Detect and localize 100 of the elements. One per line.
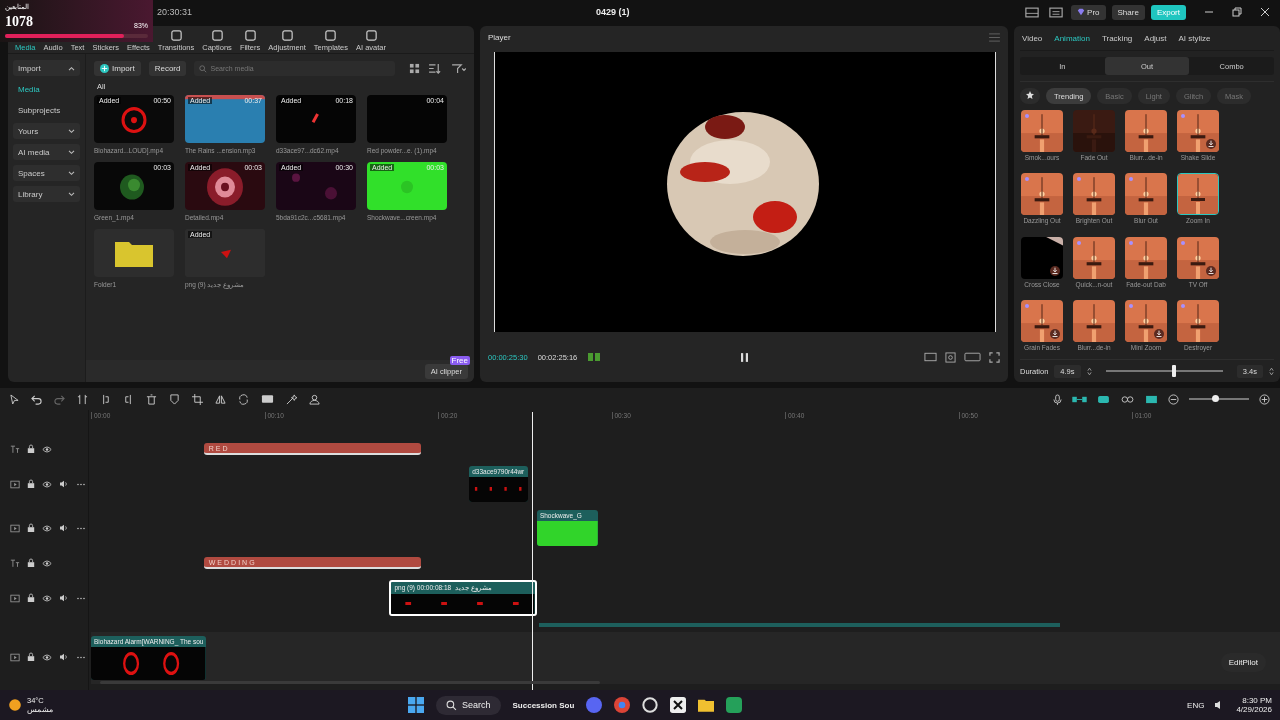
menu-icon[interactable] [989, 32, 1000, 42]
animation-preset[interactable] [1021, 173, 1063, 216]
taskbar-search[interactable]: Search [436, 695, 501, 715]
snap-icon[interactable] [1145, 394, 1158, 404]
lock-icon[interactable] [27, 523, 35, 533]
hd-icon[interactable] [261, 394, 274, 404]
trim-left-icon[interactable] [100, 393, 111, 405]
share-button[interactable]: Share [1111, 4, 1145, 20]
more-icon[interactable] [76, 655, 86, 659]
favorites-button[interactable] [1020, 88, 1040, 104]
animation-preset[interactable] [1125, 236, 1167, 279]
pro-button[interactable]: Pro [1071, 4, 1106, 20]
sidebar-item[interactable]: Media [13, 81, 80, 97]
animation-preset[interactable] [1021, 110, 1063, 152]
select-tool-icon[interactable] [10, 393, 19, 405]
download-icon[interactable] [1206, 139, 1216, 149]
lock-icon[interactable] [27, 593, 35, 603]
inspector-tab[interactable]: AI stylize [1178, 33, 1211, 43]
eye-icon[interactable] [42, 524, 52, 532]
chat-app-icon[interactable] [586, 697, 603, 713]
close-icon[interactable] [1260, 7, 1270, 17]
more-icon[interactable] [76, 482, 86, 486]
lock-icon[interactable] [27, 444, 35, 454]
media-thumbnail[interactable] [94, 229, 174, 277]
download-icon[interactable] [1050, 265, 1060, 276]
animation-preset[interactable] [1125, 173, 1167, 216]
lock-icon[interactable] [27, 479, 35, 489]
eye-icon[interactable] [42, 480, 52, 488]
download-icon[interactable] [1206, 265, 1216, 276]
start-icon[interactable] [408, 697, 424, 713]
download-icon[interactable] [1050, 328, 1060, 339]
browser-icon[interactable] [614, 697, 631, 713]
animation-preset[interactable] [1021, 236, 1063, 279]
chat-bubble-icon[interactable] [726, 697, 743, 713]
crop-icon[interactable] [192, 393, 203, 405]
eye-icon[interactable] [42, 594, 52, 602]
preview-icon[interactable] [1120, 394, 1135, 404]
eye-icon[interactable] [42, 559, 52, 567]
record-button[interactable]: Record [148, 60, 187, 76]
delete-icon[interactable] [146, 393, 157, 405]
magic-wand-icon[interactable] [286, 393, 297, 405]
language-indicator[interactable]: ENG [1187, 700, 1205, 710]
stepper-icon[interactable] [1269, 366, 1274, 376]
sort-icon[interactable] [428, 62, 443, 74]
inspector-tab[interactable]: Animation [1054, 33, 1090, 43]
redo-icon[interactable] [54, 393, 65, 405]
magnet-icon[interactable] [1097, 394, 1110, 404]
speaker-icon[interactable] [59, 594, 69, 602]
eye-icon[interactable] [42, 653, 52, 661]
link-icon[interactable] [1072, 394, 1087, 404]
audio-clip[interactable] [539, 623, 1060, 627]
restore-icon[interactable] [1232, 7, 1242, 17]
animation-preset[interactable] [1177, 299, 1219, 342]
zoom-out-icon[interactable] [1168, 393, 1179, 405]
zoom-in-icon[interactable] [1259, 393, 1270, 405]
more-icon[interactable] [76, 596, 86, 600]
lock-icon[interactable] [27, 558, 35, 568]
undo-icon[interactable] [31, 393, 42, 405]
sidebar-item[interactable]: Spaces [13, 165, 80, 181]
editor-app-icon[interactable] [670, 697, 687, 713]
ratio-icon[interactable] [964, 351, 981, 362]
microphone-icon[interactable] [1053, 393, 1062, 405]
animation-preset[interactable] [1073, 299, 1115, 342]
stepper-icon[interactable] [1086, 366, 1092, 376]
inspector-tab[interactable]: Tracking [1101, 33, 1133, 43]
clock-time[interactable]: 8:30 PM [1242, 696, 1272, 705]
rotate-icon[interactable] [238, 393, 249, 405]
animation-preset[interactable] [1021, 299, 1063, 342]
import-button[interactable]: Import [94, 60, 141, 76]
split-icon[interactable] [77, 393, 88, 405]
layout-icon[interactable] [1025, 6, 1040, 18]
clock-date[interactable]: 4/29/2026 [1236, 705, 1272, 714]
sidebar-item[interactable]: Import [13, 60, 80, 76]
sidebar-item[interactable]: Subprojects [13, 102, 80, 118]
animation-preset[interactable] [1073, 236, 1115, 279]
animation-preset[interactable] [1125, 110, 1167, 152]
sidebar-item[interactable]: Yours [13, 123, 80, 139]
animation-preset[interactable] [1177, 173, 1219, 216]
more-icon[interactable] [76, 526, 86, 530]
speaker-icon[interactable] [59, 480, 69, 488]
animation-preset[interactable] [1125, 299, 1167, 342]
eye-icon[interactable] [42, 445, 52, 453]
inspector-tab[interactable]: Adjust [1144, 33, 1167, 43]
animation-preset[interactable] [1073, 173, 1115, 216]
fullscreen-icon[interactable] [989, 351, 1000, 363]
speaker-icon[interactable] [59, 524, 69, 532]
editpilot-button[interactable]: EditPilot [1220, 653, 1266, 672]
lock-icon[interactable] [27, 652, 35, 662]
sidebar-item[interactable]: Library [13, 186, 80, 202]
inspector-tab[interactable]: Video [1022, 33, 1043, 43]
sidebar-item[interactable]: AI media [13, 144, 80, 160]
shield-icon[interactable] [169, 393, 180, 405]
trim-right-icon[interactable] [123, 393, 134, 405]
mirror-icon[interactable] [215, 393, 226, 405]
pause-icon[interactable] [741, 352, 748, 362]
speaker-icon[interactable] [59, 653, 69, 661]
animation-preset[interactable] [1177, 236, 1219, 279]
crop-icon[interactable] [945, 351, 956, 363]
download-icon[interactable] [1154, 328, 1164, 339]
steam-icon[interactable] [642, 697, 659, 713]
